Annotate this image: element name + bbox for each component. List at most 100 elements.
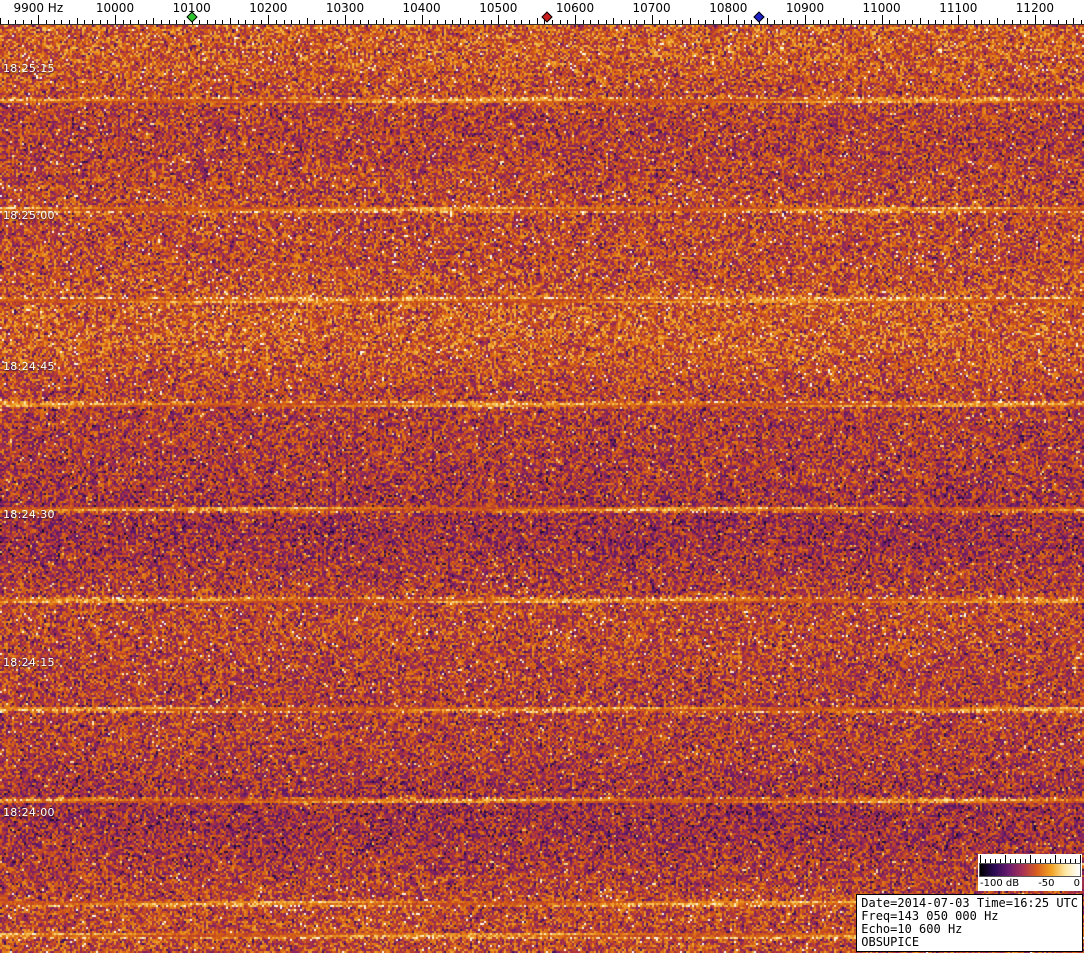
ruler-tick	[452, 20, 453, 24]
ruler-tick	[1027, 20, 1028, 24]
ruler-tick	[230, 18, 231, 24]
ruler-tick	[575, 15, 576, 24]
ruler-frequency-label: 11000	[863, 1, 901, 15]
ruler-tick	[667, 20, 668, 24]
ruler-tick	[698, 20, 699, 24]
ruler-tick	[521, 20, 522, 24]
ruler-tick	[291, 20, 292, 24]
ruler-tick	[31, 20, 32, 24]
ruler-tick	[744, 20, 745, 24]
legend-ticks	[979, 855, 1081, 863]
ruler-tick	[138, 20, 139, 24]
ruler-frequency-label: 10000	[96, 1, 134, 15]
ruler-tick	[797, 20, 798, 24]
ruler-tick	[54, 20, 55, 24]
ruler-tick	[644, 20, 645, 24]
ruler-tick	[115, 15, 116, 24]
ruler-tick	[0, 18, 1, 24]
ruler-tick	[38, 15, 39, 24]
ruler-tick	[590, 20, 591, 24]
ruler-frequency-label: 11100	[939, 1, 977, 15]
ruler-tick	[475, 20, 476, 24]
ruler-tick	[207, 20, 208, 24]
waterfall-area: 18:25:1518:25:0018:24:4518:24:3018:24:15…	[0, 25, 1084, 953]
waterfall-spectrogram[interactable]	[0, 25, 1084, 953]
frequency-ruler[interactable]: 9900 Hz100001010010200103001040010500106…	[0, 0, 1084, 25]
ruler-tick	[199, 20, 200, 24]
ruler-tick	[368, 20, 369, 24]
ruler-tick	[491, 20, 492, 24]
ruler-tick	[782, 20, 783, 24]
ruler-tick	[46, 20, 47, 24]
ruler-tick	[299, 20, 300, 24]
ruler-tick	[314, 20, 315, 24]
marker-diamond-blue[interactable]	[753, 11, 764, 22]
legend-major-ticks	[980, 855, 1081, 863]
ruler-tick	[606, 20, 607, 24]
ruler-frequency-label: 10800	[709, 1, 747, 15]
ruler-tick	[8, 20, 9, 24]
ruler-frequency-label: 10400	[403, 1, 441, 15]
ruler-tick	[1066, 20, 1067, 24]
ruler-tick	[337, 20, 338, 24]
ruler-tick	[805, 15, 806, 24]
ruler-tick	[307, 18, 308, 24]
ruler-tick	[920, 18, 921, 24]
ruler-tick	[721, 20, 722, 24]
ruler-tick	[107, 20, 108, 24]
ruler-tick	[383, 18, 384, 24]
ruler-tick	[460, 18, 461, 24]
ruler-tick	[951, 20, 952, 24]
ruler-tick	[268, 15, 269, 24]
ruler-tick	[146, 20, 147, 24]
ruler-tick	[943, 20, 944, 24]
ruler-tick	[1035, 15, 1036, 24]
ruler-tick	[498, 15, 499, 24]
ruler-tick	[690, 18, 691, 24]
ruler-tick	[399, 20, 400, 24]
ruler-tick	[636, 20, 637, 24]
ruler-tick	[1012, 20, 1013, 24]
ruler-tick	[997, 18, 998, 24]
info-line: OBSUPICE	[861, 936, 1078, 949]
ruler-tick	[322, 20, 323, 24]
ruler-tick	[345, 15, 346, 24]
ruler-tick	[659, 20, 660, 24]
ruler-tick	[598, 20, 599, 24]
ruler-frequency-label: 10900	[786, 1, 824, 15]
ruler-tick	[974, 20, 975, 24]
ruler-tick	[705, 20, 706, 24]
ruler-tick	[1081, 20, 1082, 24]
ruler-tick	[774, 20, 775, 24]
ruler-tick	[652, 15, 653, 24]
ruler-tick	[1073, 18, 1074, 24]
ruler-tick	[215, 20, 216, 24]
legend-gradient-bar[interactable]	[979, 863, 1081, 877]
ruler-tick	[1020, 20, 1021, 24]
ruler-frequency-label: 10600	[556, 1, 594, 15]
ruler-frequency-label: 9900 Hz	[13, 1, 63, 15]
ruler-tick	[736, 20, 737, 24]
ruler-tick	[905, 20, 906, 24]
marker-diamond-red[interactable]	[541, 11, 552, 22]
ruler-frequency-label: 11200	[1016, 1, 1054, 15]
ruler-tick	[958, 15, 959, 24]
ruler-tick	[529, 20, 530, 24]
ruler-tick	[514, 20, 515, 24]
ruler-tick	[583, 20, 584, 24]
ruler-frequency-label: 10300	[326, 1, 364, 15]
ruler-tick	[1058, 20, 1059, 24]
ruler-tick	[567, 20, 568, 24]
ruler-tick	[276, 20, 277, 24]
ruler-tick	[437, 20, 438, 24]
ruler-tick	[989, 20, 990, 24]
ruler-tick	[100, 20, 101, 24]
ruler-frequency-label: 10700	[633, 1, 671, 15]
color-scale-legend: -100 dB -50 0	[978, 854, 1082, 891]
ruler-tick	[889, 20, 890, 24]
ruler-tick	[621, 20, 622, 24]
ruler-tick	[169, 20, 170, 24]
ruler-tick	[912, 20, 913, 24]
ruler-tick	[483, 20, 484, 24]
ruler-tick	[874, 20, 875, 24]
